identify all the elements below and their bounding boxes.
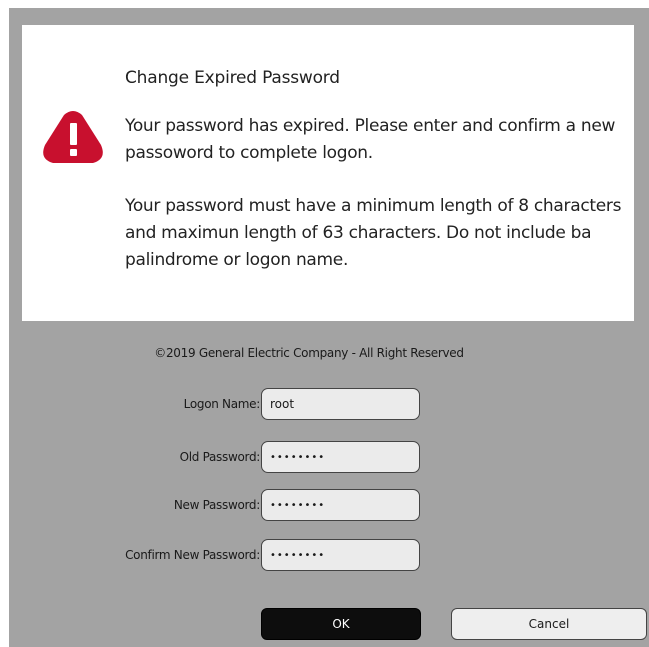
expired-message: Your password has expired. Please enter … — [125, 116, 616, 163]
new-password-label: New Password: — [173, 498, 260, 512]
logon-name-label: Logon Name: — [183, 397, 261, 411]
old-password-input[interactable] — [261, 441, 420, 473]
logon-name-input[interactable] — [261, 388, 420, 420]
dialog-title: Change Expired Password — [125, 68, 340, 88]
copyright-text: ©2019 General Electric Company - All Rig… — [154, 346, 464, 360]
password-requirements: Your password must have a minimum length… — [125, 196, 622, 270]
warning-icon — [43, 111, 103, 163]
cancel-button[interactable]: Cancel — [451, 608, 647, 640]
confirm-password-input[interactable] — [261, 539, 420, 571]
confirm-password-label: Confirm New Password: — [125, 548, 260, 562]
message-panel: Change Expired Password Your password ha… — [22, 25, 634, 321]
ok-button[interactable]: OK — [261, 608, 421, 640]
change-password-dialog: Change Expired Password Your password ha… — [9, 8, 649, 647]
old-password-label: Old Password: — [179, 450, 261, 464]
new-password-input[interactable] — [261, 489, 420, 521]
